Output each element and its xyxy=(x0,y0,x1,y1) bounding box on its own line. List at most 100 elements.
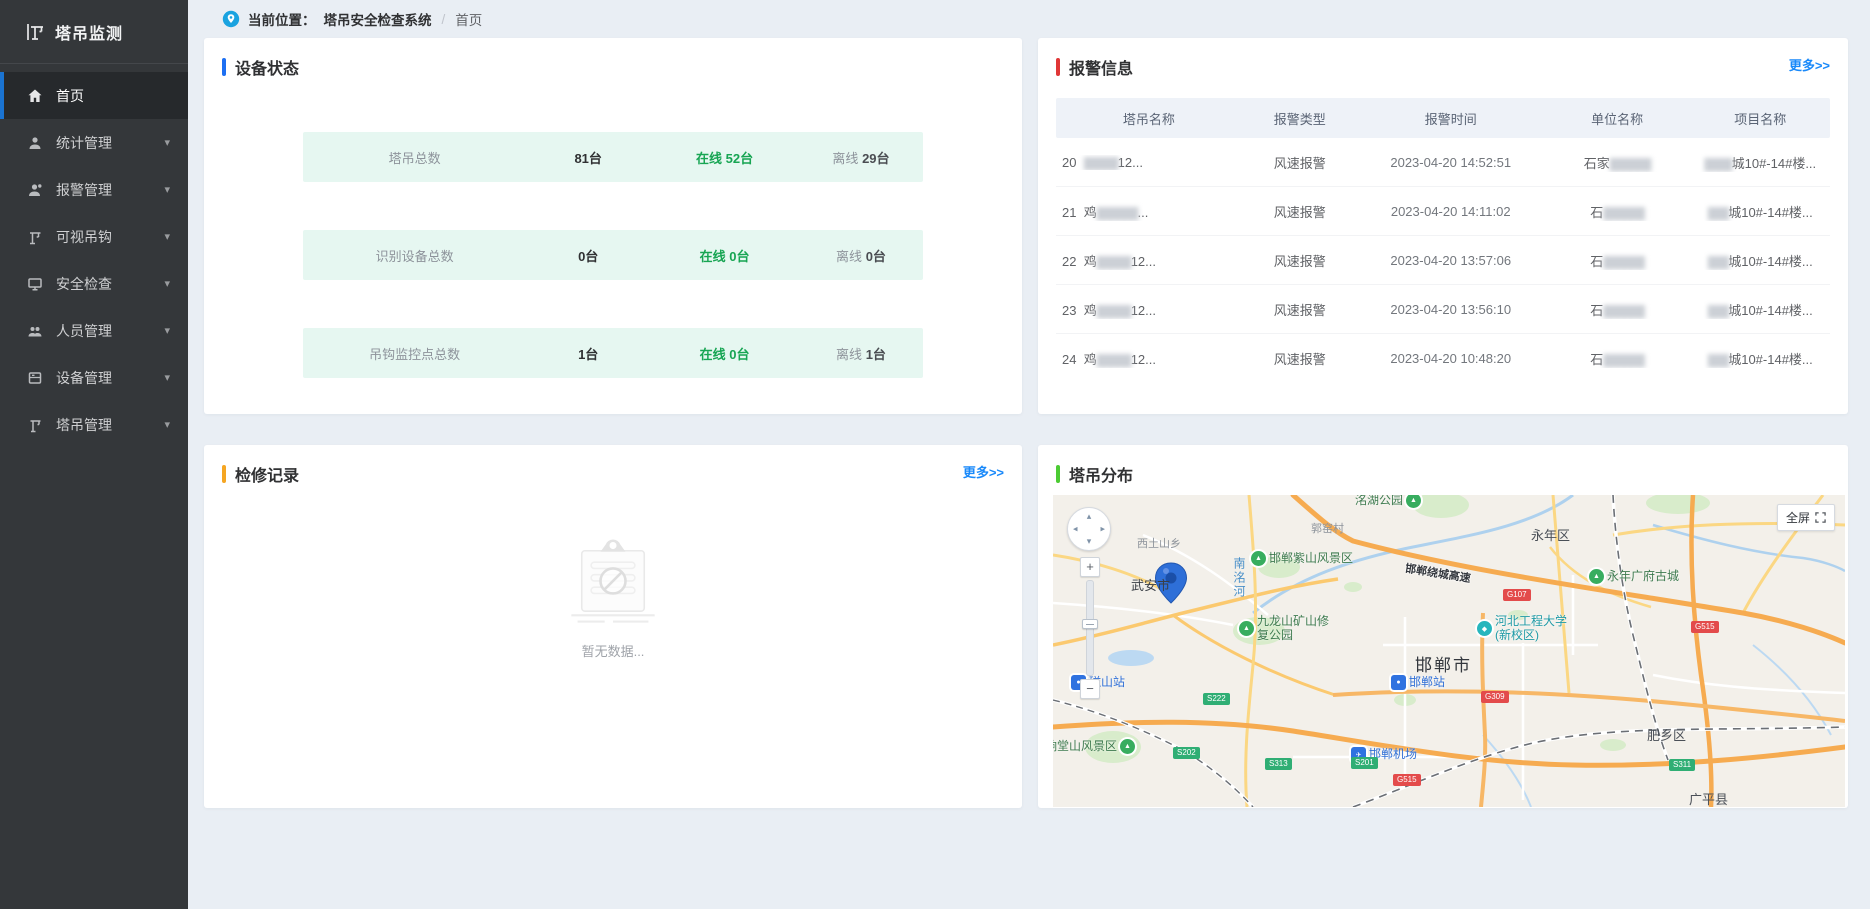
title-bar-blue xyxy=(222,58,226,76)
breadcrumb-current: 首页 xyxy=(455,9,482,29)
zoom-slider-track[interactable] xyxy=(1086,580,1094,676)
col-crane-name: 塔吊名称 xyxy=(1056,109,1242,128)
stat-offline: 离线 29台 xyxy=(799,148,923,167)
road-shield: G107 xyxy=(1503,589,1531,601)
sidebar-item-personnel[interactable]: 人员管理 ▾ xyxy=(0,307,188,354)
maintenance-more-link[interactable]: 更多>> xyxy=(963,462,1004,481)
alarm-table-header: 塔吊名称 报警类型 报警时间 单位名称 项目名称 xyxy=(1056,98,1830,138)
scenic-poi-icon: ▲ xyxy=(1120,739,1135,754)
alarm-table-row[interactable]: 20 █████12... 风速报警 2023-04-20 14:52:51 石… xyxy=(1056,138,1830,187)
col-unit-name: 单位名称 xyxy=(1544,109,1691,128)
sidebar-item-home[interactable]: 首页 xyxy=(0,72,188,119)
stat-row-hook-monitors: 吊钩监控点总数 1台 在线 0台 离线 1台 xyxy=(303,328,923,378)
map-poi-station: ●邯郸站 xyxy=(1391,675,1445,690)
crane-hook-icon xyxy=(27,229,43,245)
pan-left-icon[interactable]: ◂ xyxy=(1073,525,1078,534)
map-canvas[interactable]: 西土山乡 郭窑村 永年区 邯郸市 肥乡区 广平县 武安市 邯郸绕城高速 南洺河 … xyxy=(1053,495,1845,807)
device-status-header: 设备状态 xyxy=(204,38,1022,88)
crane-icon xyxy=(27,417,43,433)
chevron-down-icon: ▾ xyxy=(164,230,170,243)
zoom-in-button[interactable]: + xyxy=(1080,557,1100,577)
sidebar-item-label: 设备管理 xyxy=(56,368,112,388)
fullscreen-icon xyxy=(1815,512,1826,523)
sidebar-item-crane-management[interactable]: 塔吊管理 ▾ xyxy=(0,401,188,448)
road-shield: G515 xyxy=(1393,774,1421,786)
stat-label: 吊钩监控点总数 xyxy=(303,344,526,363)
dashboard-grid: 设备状态 塔吊总数 81台 在线 52台 离线 29台 识别设备总数 0台 在线… xyxy=(204,38,1848,808)
alarm-table: 塔吊名称 报警类型 报警时间 单位名称 项目名称 20 █████12... 风… xyxy=(1056,98,1830,383)
stat-offline: 离线 0台 xyxy=(799,246,923,265)
sidebar-item-label: 首页 xyxy=(56,86,84,106)
chevron-down-icon: ▾ xyxy=(164,418,170,431)
fullscreen-label: 全屏 xyxy=(1786,509,1810,526)
title-bar-red xyxy=(1056,58,1060,76)
sidebar: 塔吊监测 首页 统计管理 ▾ 报警管理 ▾ 可视吊钩 ▾ xyxy=(0,0,188,909)
map-label-district: 永年区 xyxy=(1531,525,1570,544)
map-poi-park: ▲九龙山矿山修复公园 xyxy=(1239,615,1331,643)
maintenance-title: 检修记录 xyxy=(235,462,299,486)
sidebar-item-label: 塔吊管理 xyxy=(56,415,112,435)
alarm-table-row[interactable]: 21 鸡██████... 风速报警 2023-04-20 14:11:02 石… xyxy=(1056,187,1830,236)
stat-online: 在线 0台 xyxy=(650,344,799,363)
road-shield: S202 xyxy=(1173,747,1200,759)
road-shield: S311 xyxy=(1669,759,1695,771)
fullscreen-button[interactable]: 全屏 xyxy=(1777,504,1835,531)
sidebar-item-safety-check[interactable]: 安全检查 ▾ xyxy=(0,260,188,307)
breadcrumb-separator: / xyxy=(442,12,446,27)
map-label-river: 南洺河 xyxy=(1231,557,1248,599)
breadcrumb-system: 塔吊安全检查系统 xyxy=(324,9,432,29)
sidebar-nav: 首页 统计管理 ▾ 报警管理 ▾ 可视吊钩 ▾ 安全检查 ▾ xyxy=(0,64,188,448)
sidebar-item-visual-hook[interactable]: 可视吊钩 ▾ xyxy=(0,213,188,260)
col-alarm-time: 报警时间 xyxy=(1358,109,1544,128)
col-project-name: 项目名称 xyxy=(1691,109,1830,128)
crane-distribution-panel: 塔吊分布 xyxy=(1038,445,1848,808)
map-zoom-control: + − xyxy=(1080,557,1100,699)
stat-offline: 离线 1台 xyxy=(799,344,923,363)
zoom-slider-handle[interactable] xyxy=(1082,619,1098,629)
map-poi-park: 洺湖公园▲ xyxy=(1355,495,1421,508)
statistics-icon xyxy=(27,135,43,151)
crane-logo-icon xyxy=(26,22,46,42)
app-logo: 塔吊监测 xyxy=(0,0,188,64)
crane-distribution-header: 塔吊分布 xyxy=(1038,445,1848,495)
main-content: 当前位置：塔吊安全检查系统 / 首页 设备状态 塔吊总数 81台 在线 52台 … xyxy=(188,0,1870,909)
pan-right-icon[interactable]: ▸ xyxy=(1100,525,1105,534)
map-poi-heritage: ▲永年广府古城 xyxy=(1589,569,1679,584)
alarm-table-row[interactable]: 22 鸡█████12... 风速报警 2023-04-20 13:57:06 … xyxy=(1056,236,1830,285)
app-title: 塔吊监测 xyxy=(55,20,123,44)
map-poi-scenic: 响堂山风景区▲ xyxy=(1053,739,1135,754)
park-poi-icon: ▲ xyxy=(1406,495,1421,508)
zoom-out-button[interactable]: − xyxy=(1080,679,1100,699)
road-shield: G515 xyxy=(1691,621,1719,633)
maintenance-header: 检修记录 xyxy=(204,445,1022,495)
map-label-city: 邯郸市 xyxy=(1415,651,1472,676)
sidebar-item-device-management[interactable]: 设备管理 ▾ xyxy=(0,354,188,401)
device-box-icon xyxy=(27,370,43,386)
road-shield: S222 xyxy=(1203,693,1230,705)
empty-state: 暂无数据... xyxy=(204,537,1022,660)
stat-row-recognition-devices: 识别设备总数 0台 在线 0台 离线 0台 xyxy=(303,230,923,280)
col-alarm-type: 报警类型 xyxy=(1242,109,1358,128)
stat-total: 0台 xyxy=(526,246,650,265)
sidebar-item-label: 人员管理 xyxy=(56,321,112,341)
pan-down-icon[interactable]: ▾ xyxy=(1087,537,1092,546)
train-station-icon: ● xyxy=(1391,675,1406,690)
sidebar-item-alarm-management[interactable]: 报警管理 ▾ xyxy=(0,166,188,213)
map-label-town: 郭窑村 xyxy=(1311,520,1344,536)
stat-total: 1台 xyxy=(526,344,650,363)
stat-total: 81台 xyxy=(526,148,650,167)
road-shield: S201 xyxy=(1351,757,1378,769)
chevron-down-icon: ▾ xyxy=(164,277,170,290)
device-status-title: 设备状态 xyxy=(235,55,299,79)
scenic-poi-icon: ▲ xyxy=(1251,551,1266,566)
alarm-table-row[interactable]: 23 鸡█████12... 风速报警 2023-04-20 13:56:10 … xyxy=(1056,285,1830,334)
chevron-down-icon: ▾ xyxy=(164,136,170,149)
home-icon xyxy=(27,88,43,104)
empty-state-text: 暂无数据... xyxy=(582,641,645,660)
alarm-more-link[interactable]: 更多>> xyxy=(1789,55,1830,74)
stat-online: 在线 52台 xyxy=(650,148,799,167)
pan-up-icon[interactable]: ▴ xyxy=(1087,512,1092,521)
map-pan-control[interactable]: ▴ ▾ ◂ ▸ xyxy=(1067,507,1111,551)
alarm-table-row[interactable]: 24 鸡█████12... 风速报警 2023-04-20 10:48:20 … xyxy=(1056,334,1830,383)
sidebar-item-statistics[interactable]: 统计管理 ▾ xyxy=(0,119,188,166)
